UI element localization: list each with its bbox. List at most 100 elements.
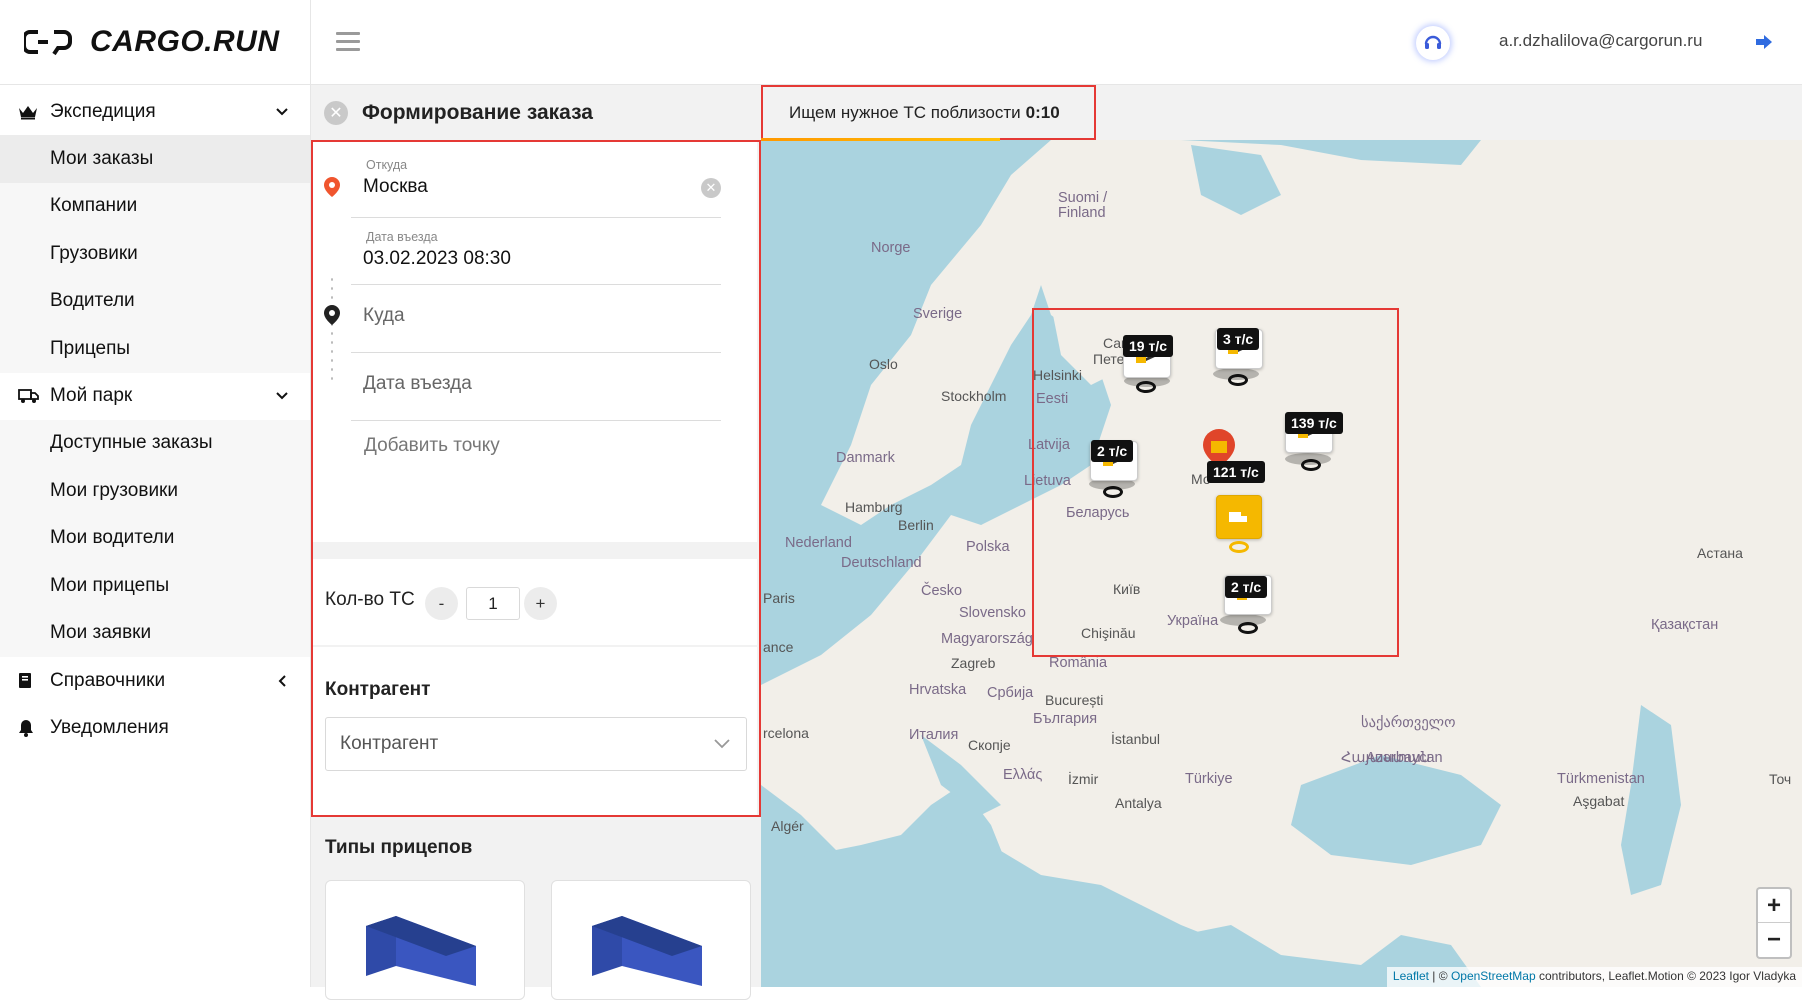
map-label: Antalya <box>1115 795 1162 811</box>
support-headset-icon[interactable] <box>1416 26 1450 60</box>
map-label: Danmark <box>836 450 895 466</box>
page-title: Формирование заказа <box>362 100 593 124</box>
menu-toggle-icon[interactable] <box>336 32 360 52</box>
truck-icon <box>1229 512 1247 522</box>
zoom-in-button[interactable]: + <box>1758 889 1790 923</box>
map-label: Helsinki <box>1033 367 1083 383</box>
chevron-down-icon <box>272 107 292 116</box>
book-icon <box>18 672 50 689</box>
search-progress-bar <box>761 138 1000 141</box>
map-label: Latvija <box>1028 437 1070 453</box>
destination-field[interactable]: Куда <box>351 285 721 353</box>
map-label: Скопје <box>968 737 1011 753</box>
nav-section-expedition[interactable]: Экспедиция <box>0 88 310 135</box>
selected-truck-marker[interactable] <box>1216 495 1262 539</box>
counterparty-select[interactable]: Контрагент <box>325 717 747 771</box>
cluster-count-badge[interactable]: 2 т/с <box>1091 440 1134 462</box>
nav-section-label: Уведомления <box>50 716 169 738</box>
trailer-types-title: Типы прицепов <box>325 837 473 858</box>
nav-section-notifications[interactable]: Уведомления <box>0 704 310 751</box>
trailer-type-card[interactable] <box>325 880 525 1000</box>
counterparty-card: Контрагент Контрагент <box>311 647 757 816</box>
destination-date-field[interactable]: Дата въезда <box>351 353 721 421</box>
nav-item-my-orders[interactable]: Мои заказы <box>0 135 310 183</box>
cluster-count-badge[interactable]: 3 т/с <box>1217 328 1260 350</box>
clear-origin-icon[interactable]: ✕ <box>701 178 721 198</box>
cluster-count-badge[interactable]: 19 т/с <box>1123 335 1173 357</box>
nav-item-trailers[interactable]: Прицепы <box>0 325 310 373</box>
chevron-down-icon <box>272 392 292 400</box>
counterparty-title: Контрагент <box>325 679 431 700</box>
origin-field[interactable]: Откуда Москва ✕ <box>351 150 721 218</box>
map-label: Հայաստան <box>1341 750 1431 766</box>
nav-section-label: Мой парк <box>50 385 133 406</box>
vehicle-count-input[interactable]: 1 <box>466 587 520 620</box>
map-label: Slovensko <box>959 605 1026 621</box>
origin-date-value: 03.02.2023 08:30 <box>363 248 511 269</box>
destination-pin-icon <box>324 305 340 325</box>
map-label: Київ <box>1113 581 1141 597</box>
cargo-logo-icon <box>24 30 72 56</box>
decrement-button[interactable]: - <box>425 587 458 620</box>
increment-button[interactable]: + <box>524 587 557 620</box>
close-icon[interactable]: ✕ <box>324 100 348 125</box>
nav-section-my-fleet[interactable]: Мой парк <box>0 373 310 420</box>
cluster-count-badge[interactable]: 139 т/с <box>1285 412 1343 434</box>
chevron-down-icon <box>714 736 730 754</box>
map-label: Hrvatska <box>909 682 967 698</box>
map-label: România <box>1049 655 1108 671</box>
add-point-button[interactable]: Добавить точку <box>364 435 500 457</box>
trailer-image-icon <box>592 916 702 986</box>
brand-logo[interactable]: CARGO.RUN <box>0 0 310 85</box>
map-label: Zagreb <box>951 655 996 671</box>
nav-item-trucks[interactable]: Грузовики <box>0 230 310 278</box>
nav-item-my-trailers[interactable]: Мои прицепы <box>0 562 310 610</box>
destination-date-placeholder: Дата въезда <box>363 373 472 394</box>
map-label: Ελλάς <box>1003 767 1043 783</box>
chevron-left-icon <box>272 674 292 687</box>
map-label: rcelona <box>763 725 809 741</box>
cluster-count-badge[interactable]: 2 т/с <box>1225 576 1268 598</box>
search-timer: 0:10 <box>1025 102 1060 122</box>
search-status-bar: Ищем нужное ТС поблизости 0:10 <box>761 85 1802 141</box>
origin-date-field[interactable]: Дата въезда 03.02.2023 08:30 <box>351 218 721 285</box>
map-label: Україна <box>1167 613 1219 629</box>
map-label: Polska <box>966 539 1010 555</box>
nav-section-references[interactable]: Справочники <box>0 657 310 704</box>
origin-pin-icon <box>324 177 340 197</box>
bell-icon <box>18 719 50 737</box>
nav-item-available-orders[interactable]: Доступные заказы <box>0 419 310 467</box>
map-label: Астана <box>1697 545 1743 561</box>
map-label: Aşgabat <box>1573 793 1625 809</box>
nav-item-my-trucks[interactable]: Мои грузовики <box>0 467 310 515</box>
route-card: Откуда Москва ✕ Дата въезда 03.02.2023 0… <box>311 140 757 542</box>
nav-item-companies[interactable]: Компании <box>0 182 310 230</box>
nav-item-my-requests[interactable]: Мои заявки <box>0 609 310 657</box>
logout-icon[interactable] <box>1753 31 1777 55</box>
trailer-type-card[interactable] <box>551 880 751 1000</box>
map-background <box>761 85 1802 987</box>
map-label: Türkmenistan <box>1557 771 1645 787</box>
user-email[interactable]: a.r.dzhalilova@cargorun.ru <box>1499 31 1702 51</box>
nav-section-label: Справочники <box>50 669 166 691</box>
vehicle-count-card: Кол-во ТС - 1 + <box>311 559 757 645</box>
leaflet-link[interactable]: Leaflet <box>1393 969 1429 983</box>
map-label: Қазақстан <box>1651 617 1719 633</box>
order-panel-header: ✕ Формирование заказа <box>311 85 761 140</box>
search-status-text: Ищем нужное ТС поблизости <box>789 102 1021 122</box>
map-label: Stockholm <box>941 388 1007 404</box>
map-label: Lietuva <box>1024 473 1071 489</box>
map[interactable]: Suomi / Finland Norge Sverige Oslo Stock… <box>761 85 1802 987</box>
trailer-image-icon <box>366 916 476 986</box>
vehicle-count-label: Кол-во ТС <box>325 589 415 610</box>
nav-item-drivers[interactable]: Водители <box>0 277 310 325</box>
cluster-count-badge[interactable]: 121 т/с <box>1207 461 1265 483</box>
nav-item-my-drivers[interactable]: Мои водители <box>0 514 310 562</box>
map-label: Berlin <box>898 517 934 533</box>
sidebar: CARGO.RUN Экспедиция Мои заказы Компании… <box>0 0 311 987</box>
zoom-out-button[interactable]: − <box>1758 923 1790 957</box>
osm-link[interactable]: OpenStreetMap <box>1451 969 1536 983</box>
truck-icon <box>18 388 50 404</box>
map-label: საქართველო <box>1361 715 1456 731</box>
search-status: Ищем нужное ТС поблизости 0:10 <box>761 85 1096 140</box>
